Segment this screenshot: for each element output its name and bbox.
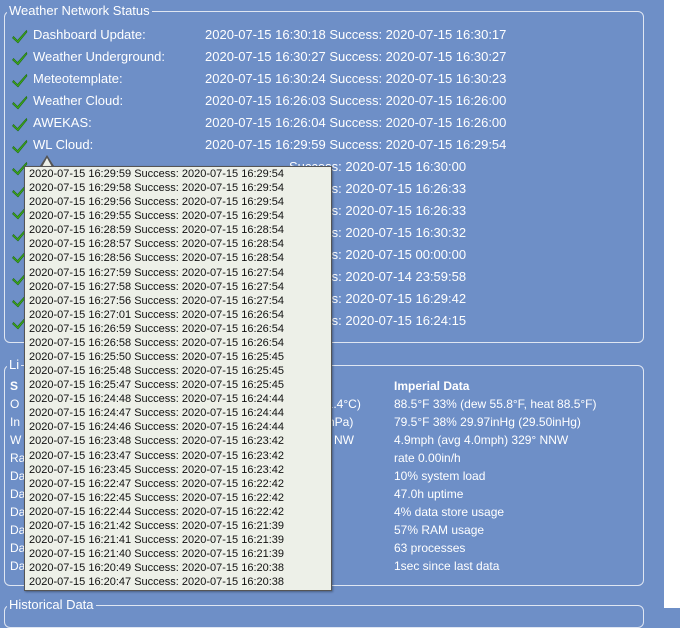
network-service-status: 2020-07-15 16:26:04 Success: 2020-07-15 … — [205, 115, 507, 130]
network-status-row: Weather Underground: 2020-07-15 16:30:27 … — [12, 46, 506, 68]
history-entry: 2020-07-15 16:29:58 Success: 2020-07-15 … — [29, 182, 285, 195]
network-status-row: Weather Cloud: 2020-07-15 16:26:03 Succes… — [12, 90, 506, 112]
history-entry: 2020-07-15 16:26:58 Success: 2020-07-15 … — [29, 336, 285, 349]
imperial-data-value: 79.5°F 38% 29.97inHg (29.50inHg) — [394, 415, 581, 429]
history-entry: 2020-07-15 16:27:58 Success: 2020-07-15 … — [29, 280, 285, 293]
imperial-data-header: Imperial Data — [394, 379, 470, 393]
history-entry: 2020-07-15 16:23:45 Success: 2020-07-15 … — [29, 463, 285, 476]
history-entry: 2020-07-15 16:24:46 Success: 2020-07-15 … — [29, 421, 285, 434]
history-entry: 2020-07-15 16:22:47 Success: 2020-07-15 … — [29, 477, 285, 490]
history-entry: 2020-07-15 16:20:47 Success: 2020-07-15 … — [29, 576, 285, 589]
network-service-status: Success: 2020-07-14 23:59:58 — [289, 269, 467, 284]
network-service-name: AWEKAS: — [33, 115, 92, 130]
live-metric-label: W — [10, 433, 22, 447]
imperial-data-value: 4.9mph (avg 4.0mph) 329° NNW — [394, 433, 569, 447]
historical-data-legend: Historical Data — [9, 597, 94, 612]
history-entry: 2020-07-15 16:27:01 Success: 2020-07-15 … — [29, 308, 285, 321]
history-entry: 2020-07-15 16:21:42 Success: 2020-07-15 … — [29, 519, 285, 532]
live-metric-label: O — [10, 397, 20, 411]
checkmark-icon — [12, 116, 28, 132]
history-entry: 2020-07-15 16:28:57 Success: 2020-07-15 … — [29, 238, 285, 251]
imperial-data-value: 1sec since last data — [394, 559, 500, 573]
checkmark-icon — [12, 138, 28, 154]
network-status-row: Meteotemplate: 2020-07-15 16:30:24 Succes… — [12, 68, 506, 90]
network-status-row: WL Cloud: 2020-07-15 16:29:59 Success: 20… — [12, 134, 506, 156]
history-entry: 2020-07-15 16:24:48 Success: 2020-07-15 … — [29, 393, 285, 406]
network-service-status: Success: 2020-07-15 16:30:32 — [289, 225, 467, 240]
network-service-name: Dashboard Update: — [33, 27, 146, 42]
network-service-name: Weather Cloud: — [33, 93, 124, 108]
live-metric-metric-value: NW — [334, 433, 354, 447]
network-service-status: 2020-07-15 16:30:18 Success: 2020-07-15 … — [205, 27, 507, 42]
history-entry: 2020-07-15 16:28:59 Success: 2020-07-15 … — [29, 224, 285, 237]
history-entry: 2020-07-15 16:24:47 Success: 2020-07-15 … — [29, 407, 285, 420]
network-service-status: Success: 2020-07-15 16:26:33 — [289, 181, 467, 196]
history-entry: 2020-07-15 16:25:48 Success: 2020-07-15 … — [29, 365, 285, 378]
network-service-status: 2020-07-15 16:30:24 Success: 2020-07-15 … — [205, 71, 507, 86]
checkmark-icon — [12, 94, 28, 110]
history-entry: 2020-07-15 16:29:55 Success: 2020-07-15 … — [29, 210, 285, 223]
history-entry: 2020-07-15 16:22:45 Success: 2020-07-15 … — [29, 491, 285, 504]
imperial-data-value: 47.0h uptime — [394, 487, 464, 501]
checkmark-icon — [12, 28, 28, 44]
network-service-status: Success: 2020-07-15 16:26:33 — [289, 203, 467, 218]
network-service-status: 2020-07-15 16:30:27 Success: 2020-07-15 … — [205, 49, 507, 64]
network-status-row: AWEKAS: 2020-07-15 16:26:04 Success: 2020… — [12, 112, 506, 134]
history-entry: 2020-07-15 16:22:44 Success: 2020-07-15 … — [29, 505, 285, 518]
history-entry: 2020-07-15 16:29:59 Success: 2020-07-15 … — [29, 168, 285, 180]
history-entry: 2020-07-15 16:23:47 Success: 2020-07-15 … — [29, 449, 285, 462]
imperial-data-value: 88.5°F 33% (dew 55.8°F, heat 88.5°F) — [394, 397, 597, 411]
checkmark-icon — [12, 50, 28, 66]
checkmark-icon — [12, 72, 28, 88]
status-history-tooltip: 2020-07-15 16:29:59 Success: 2020-07-15 … — [24, 166, 332, 591]
network-service-name: Weather Underground: — [33, 49, 166, 64]
imperial-data-value: 10% system load — [394, 469, 486, 483]
network-service-name[interactable]: WL Cloud: — [33, 134, 205, 156]
history-entry: 2020-07-15 16:28:56 Success: 2020-07-15 … — [29, 252, 285, 265]
history-entry: 2020-07-15 16:23:48 Success: 2020-07-15 … — [29, 435, 285, 448]
history-entry: 2020-07-15 16:21:41 Success: 2020-07-15 … — [29, 534, 285, 547]
history-entry: 2020-07-15 16:29:56 Success: 2020-07-15 … — [29, 196, 285, 209]
history-entry: 2020-07-15 16:21:40 Success: 2020-07-15 … — [29, 548, 285, 561]
live-left-header: S — [10, 379, 19, 393]
imperial-data-value: rate 0.00in/h — [394, 451, 461, 465]
live-data-legend: Li — [9, 357, 20, 372]
history-entry: 2020-07-15 16:25:50 Success: 2020-07-15 … — [29, 351, 285, 364]
network-service-status: Success: 2020-07-15 16:30:00 — [289, 159, 467, 174]
imperial-data-value: 4% data store usage — [394, 505, 505, 519]
weather-network-status-legend: Weather Network Status — [9, 3, 150, 18]
network-status-row: Dashboard Update: 2020-07-15 16:30:18 Suc… — [12, 24, 506, 46]
network-service-name: Meteotemplate: — [33, 71, 123, 86]
history-entry: 2020-07-15 16:27:56 Success: 2020-07-15 … — [29, 294, 285, 307]
network-service-status: 2020-07-15 16:29:59 Success: 2020-07-15 … — [205, 137, 507, 152]
network-service-status: Success: 2020-07-15 16:29:42 — [289, 291, 467, 306]
live-metric-label: In — [10, 415, 21, 429]
imperial-data-value: 57% RAM usage — [394, 523, 485, 537]
network-service-status: 2020-07-15 16:26:03 Success: 2020-07-15 … — [205, 93, 507, 108]
network-service-status: Success: 2020-07-15 00:00:00 — [289, 247, 467, 262]
historical-data-group: Historical Data — [4, 598, 644, 628]
history-entry: 2020-07-15 16:20:49 Success: 2020-07-15 … — [29, 562, 285, 575]
history-entry: 2020-07-15 16:26:59 Success: 2020-07-15 … — [29, 322, 285, 335]
imperial-data-value: 63 processes — [394, 541, 466, 555]
history-entry: 2020-07-15 16:25:47 Success: 2020-07-15 … — [29, 379, 285, 392]
history-entry: 2020-07-15 16:27:59 Success: 2020-07-15 … — [29, 266, 285, 279]
network-service-status: Success: 2020-07-15 16:24:15 — [289, 313, 467, 328]
